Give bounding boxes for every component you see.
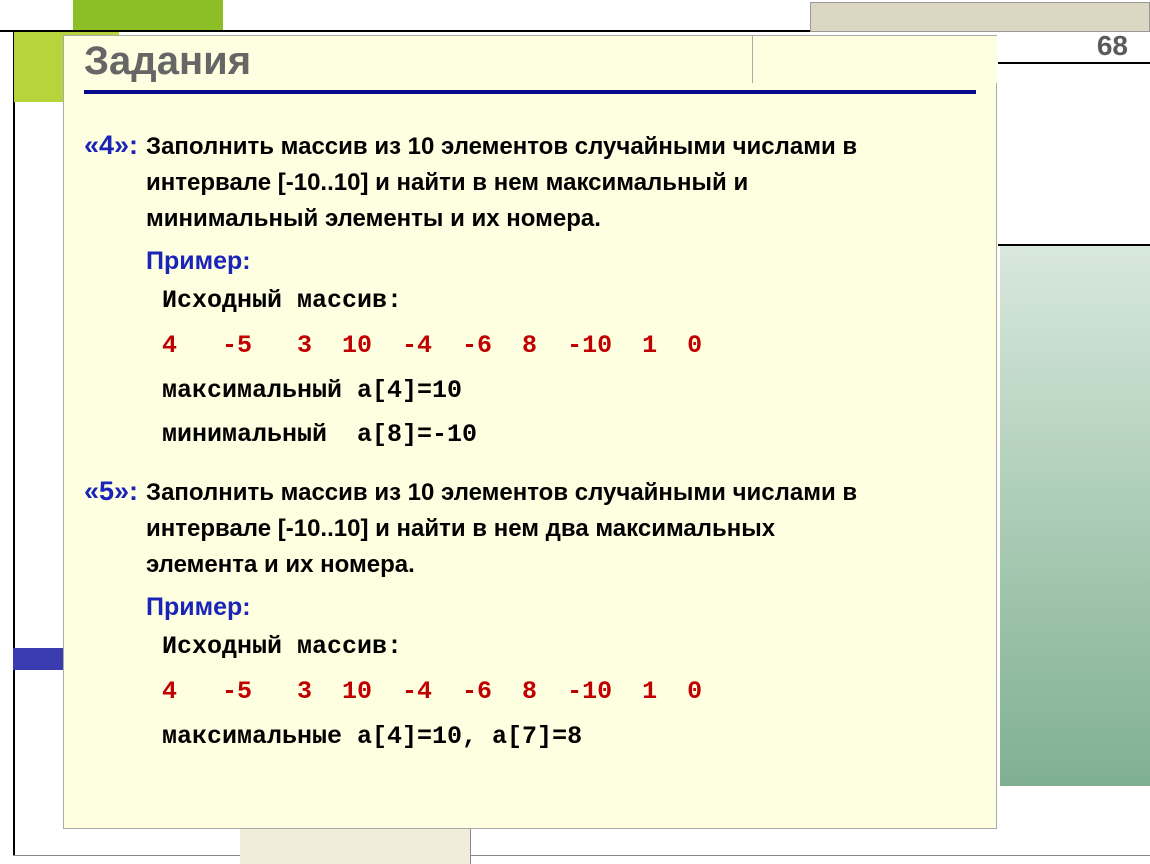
task-5-text-line2: интервале [-10..10] и найти в нем два ма… (146, 511, 976, 547)
decor-bottom-beige (240, 827, 471, 864)
task-5-grade: «5»: (84, 476, 138, 507)
task-4-src-label: Исходный массив: (162, 282, 976, 321)
decor-inset-box (752, 35, 997, 83)
task-5-max-line: максимальные a[4]=10, a[7]=8 (162, 718, 976, 757)
task-5-text-line1: Заполнить массив из 10 элементов случайн… (146, 475, 857, 511)
task-5: «5»: Заполнить массив из 10 элементов сл… (84, 475, 976, 756)
task-5-src-label: Исходный массив: (162, 628, 976, 667)
decor-bottom-line (13, 855, 1150, 856)
task-4-max-line: максимальный a[4]=10 (162, 372, 976, 411)
task-5-array: 4 -5 3 10 -4 -6 8 -10 1 0 (162, 677, 702, 706)
decor-top-green (73, 0, 223, 30)
page-number: 68 (1097, 30, 1128, 62)
task-5-text-line3: элемента и их номера. (146, 547, 976, 583)
task-4-text-line3: минимальный элементы и их номера. (146, 201, 976, 237)
decor-line-right-1 (998, 62, 1150, 64)
decor-top-right-beige (810, 2, 1150, 32)
task-4-example-label: Пример: (146, 247, 976, 276)
decor-left-blue (13, 648, 63, 670)
decor-line-right-2 (998, 244, 1150, 246)
task-4-grade: «4»: (84, 130, 138, 161)
task-5-example-label: Пример: (146, 593, 976, 622)
slide-content: Задания «4»: Заполнить массив из 10 элем… (63, 35, 997, 829)
task-4-text-line2: интервале [-10..10] и найти в нем максим… (146, 165, 976, 201)
task-4-min-line: минимальный a[8]=-10 (162, 416, 976, 455)
title-underline (84, 90, 976, 94)
task-4: «4»: Заполнить массив из 10 элементов сл… (84, 129, 976, 455)
task-4-array: 4 -5 3 10 -4 -6 8 -10 1 0 (162, 331, 702, 360)
decor-right-gradient (1000, 246, 1150, 786)
task-4-text-line1: Заполнить массив из 10 элементов случайн… (146, 129, 857, 165)
decor-left-vline (13, 32, 15, 856)
